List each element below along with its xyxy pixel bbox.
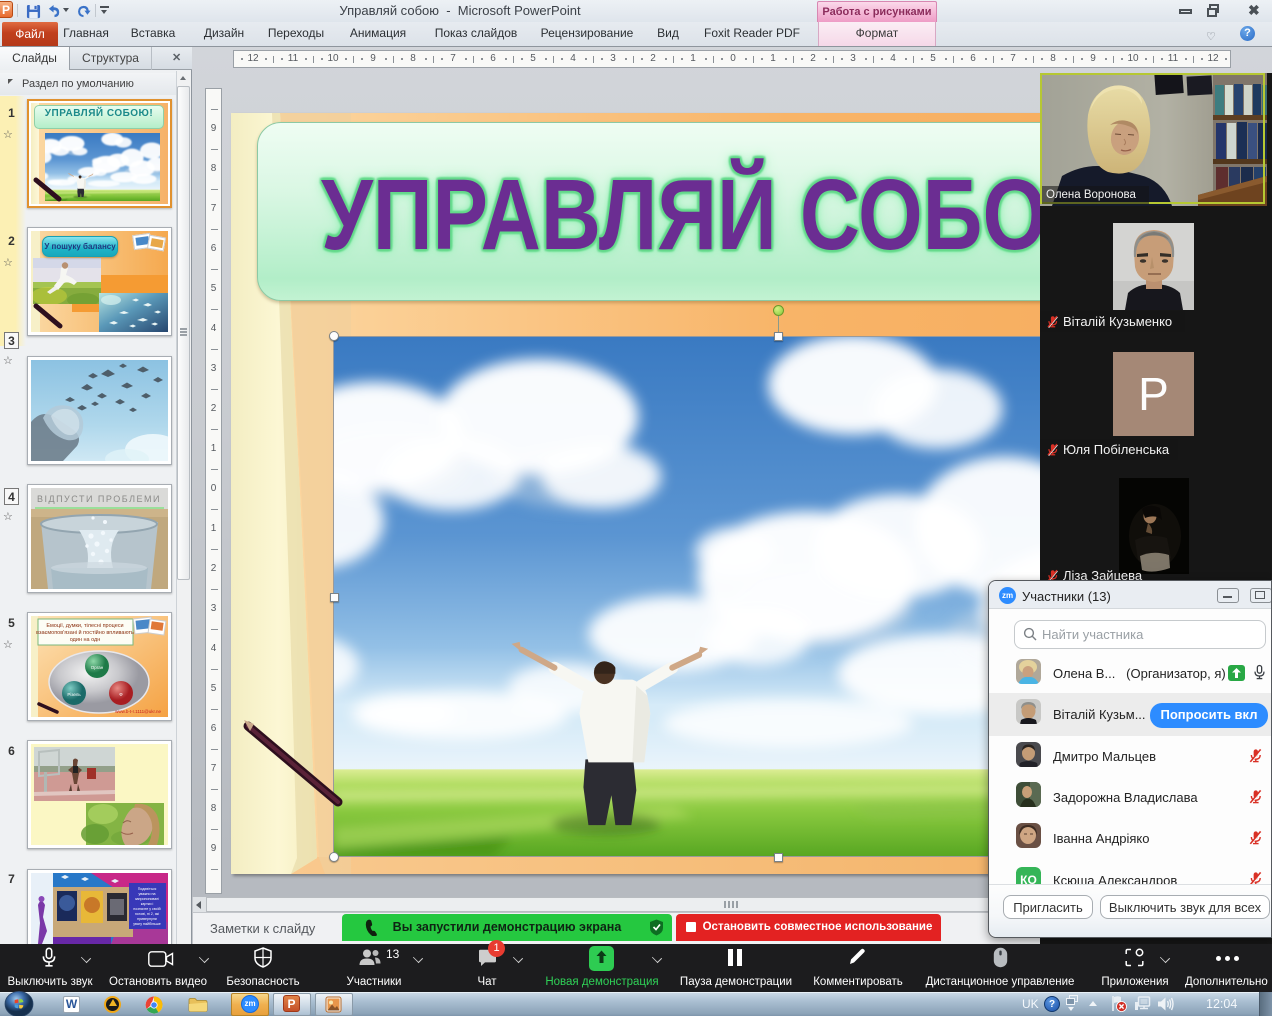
svg-text:голові, ні 2, які: голові, ні 2, які [135, 912, 159, 916]
svg-text:взаємопов'язані й постійно впл: взаємопов'язані й постійно впливають [36, 629, 134, 636]
svg-text:уважно на: уважно на [138, 892, 155, 896]
svg-text:привернули: привернули [137, 917, 157, 921]
svg-text:Різель: Різель [67, 692, 81, 697]
svg-text:Орган: Орган [91, 665, 104, 670]
svg-text:запропоновані: запропоновані [135, 897, 159, 901]
svg-text:картки і: картки і [141, 902, 154, 906]
svg-text:Подивіться: Подивіться [138, 887, 157, 891]
svg-text:Ф: Ф [119, 692, 123, 697]
svg-text:ВІДПУСТИ ПРОБЛЕМИ: ВІДПУСТИ ПРОБЛЕМИ [37, 494, 161, 504]
svg-text:www.b-t-r.1111@ukr.ne: www.b-t-r.1111@ukr.ne [115, 709, 161, 714]
svg-text:один на одн: один на одн [70, 637, 101, 643]
svg-text:Емоції, думки, тілесні процеси: Емоції, думки, тілесні процеси [46, 623, 123, 629]
svg-text:позначте у своїй: позначте у своїй [133, 907, 160, 911]
svg-text:увагу найбільше: увагу найбільше [133, 922, 160, 926]
